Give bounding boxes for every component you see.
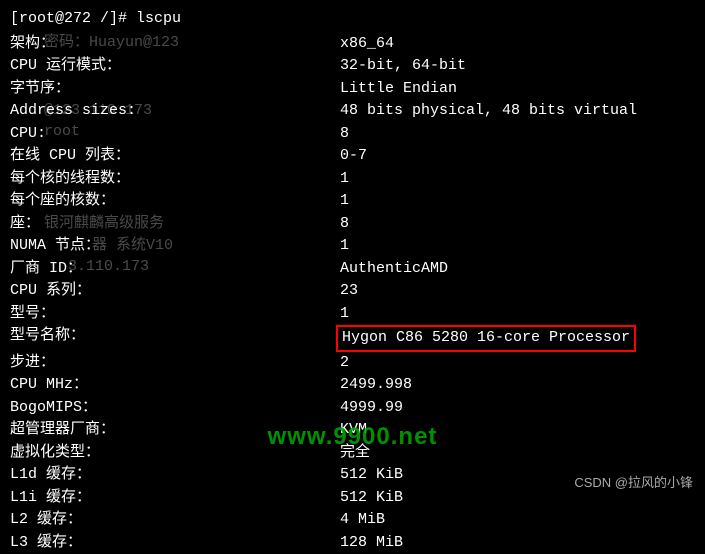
output-value: 1 [340, 190, 695, 213]
watermark-url: www.9900.net [268, 419, 438, 455]
output-label: CPU MHz： [10, 374, 340, 397]
output-value: 128 MiB [340, 532, 695, 554]
output-label: 座： [10, 213, 340, 236]
output-value: 48 bits physical, 48 bits virtual [340, 100, 695, 123]
output-value: 23 [340, 280, 695, 303]
output-label: 型号名称： [10, 325, 340, 352]
output-row: 在线 CPU 列表：0-7 [10, 145, 695, 168]
output-row: CPU MHz：2499.998 [10, 374, 695, 397]
output-value: 0-7 [340, 145, 695, 168]
output-label: 字节序： [10, 78, 340, 101]
output-row: CPU 系列：23 [10, 280, 695, 303]
highlighted-value: Hygon C86 5280 16-core Processor [336, 325, 636, 352]
output-label: 步进： [10, 352, 340, 375]
output-label: 每个核的线程数： [10, 168, 340, 191]
output-label: L1d 缓存： [10, 464, 340, 487]
output-value: 4999.99 [340, 397, 695, 420]
output-label: 架构： [10, 33, 340, 56]
output-row: CPU 运行模式：32-bit, 64-bit [10, 55, 695, 78]
output-row: CPU:8 [10, 123, 695, 146]
output-label: Address sizes: [10, 100, 340, 123]
output-value: 32-bit, 64-bit [340, 55, 695, 78]
output-value: 2499.998 [340, 374, 695, 397]
output-value: 1 [340, 168, 695, 191]
output-value: 1 [340, 303, 695, 326]
output-label: 在线 CPU 列表： [10, 145, 340, 168]
output-label: CPU: [10, 123, 340, 146]
output-row: 字节序：Little Endian [10, 78, 695, 101]
output-row: 型号名称：Hygon C86 5280 16-core Processor [10, 325, 695, 352]
output-label: 厂商 ID： [10, 258, 340, 281]
output-label: 每个座的核数： [10, 190, 340, 213]
output-value: 4 MiB [340, 509, 695, 532]
output-label: CPU 运行模式： [10, 55, 340, 78]
output-row: 架构：x86_64 [10, 33, 695, 56]
command-prompt: [root@272 /]# lscpu [10, 8, 695, 31]
output-row: Address sizes:48 bits physical, 48 bits … [10, 100, 695, 123]
output-value: AuthenticAMD [340, 258, 695, 281]
output-row: 厂商 ID：AuthenticAMD [10, 258, 695, 281]
output-row: BogoMIPS：4999.99 [10, 397, 695, 420]
output-row: 步进：2 [10, 352, 695, 375]
output-value: 2 [340, 352, 695, 375]
output-value: Little Endian [340, 78, 695, 101]
output-row: L2 缓存：4 MiB [10, 509, 695, 532]
output-value: x86_64 [340, 33, 695, 56]
watermark-csdn: CSDN @拉风的小锋 [574, 473, 693, 493]
output-row: 型号：1 [10, 303, 695, 326]
output-row: L3 缓存：128 MiB [10, 532, 695, 554]
output-value: 8 [340, 123, 695, 146]
output-row: 每个座的核数：1 [10, 190, 695, 213]
output-value: 8 [340, 213, 695, 236]
output-row: 每个核的线程数：1 [10, 168, 695, 191]
output-label: L1i 缓存： [10, 487, 340, 510]
output-row: NUMA 节点：1 [10, 235, 695, 258]
output-label: 型号： [10, 303, 340, 326]
output-label: L3 缓存： [10, 532, 340, 554]
output-value: 1 [340, 235, 695, 258]
output-label: L2 缓存： [10, 509, 340, 532]
output-label: NUMA 节点： [10, 235, 340, 258]
output-label: BogoMIPS： [10, 397, 340, 420]
output-row: 座：8 [10, 213, 695, 236]
output-value: Hygon C86 5280 16-core Processor [340, 325, 695, 352]
output-label: CPU 系列： [10, 280, 340, 303]
